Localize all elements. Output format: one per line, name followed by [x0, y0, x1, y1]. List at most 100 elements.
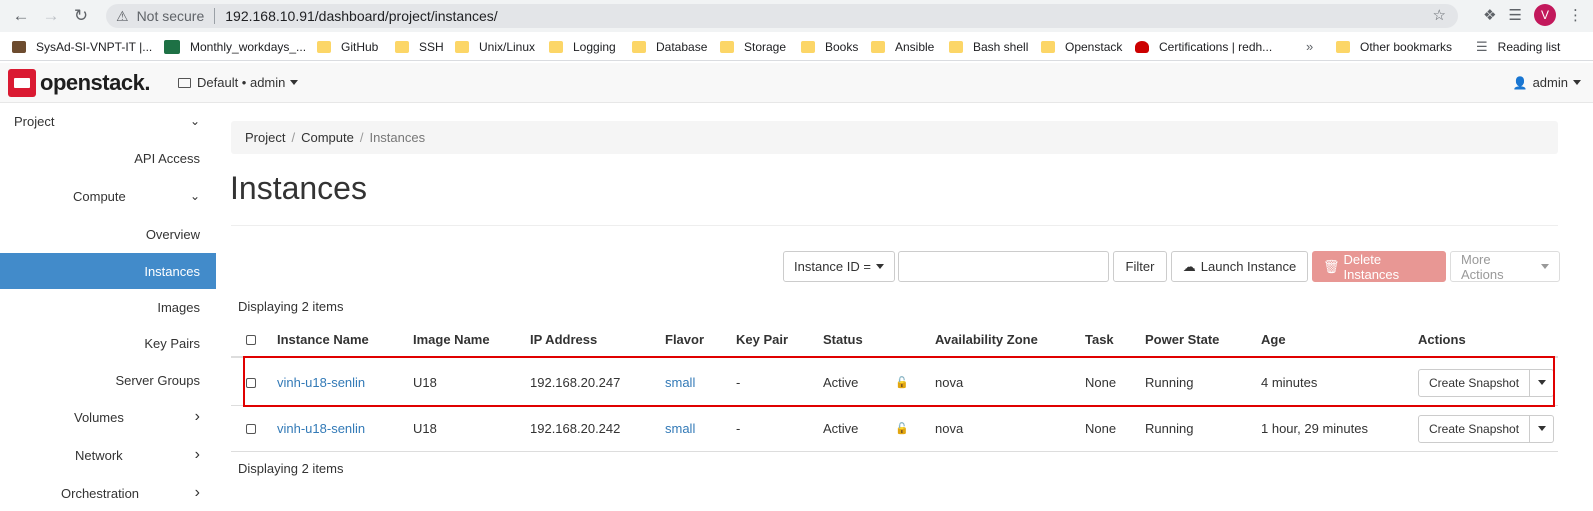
bookmarks-bar: SysAd-SI-VNPT-IT |... Monthly_workdays_.…	[0, 33, 1593, 61]
openstack-logo-icon	[8, 69, 36, 97]
create-snapshot-button[interactable]: Create Snapshot	[1418, 414, 1531, 443]
more-actions-label: More Actions	[1461, 251, 1504, 282]
user-menu[interactable]: 👤 admin	[1513, 75, 1581, 90]
launch-instance-button[interactable]: ☁ Launch Instance	[1171, 251, 1308, 282]
star-icon[interactable]: ☆	[1433, 6, 1446, 24]
bookmark-item[interactable]: Logging	[549, 33, 616, 61]
sidebar-item-label: Volumes	[74, 409, 124, 425]
other-bookmarks[interactable]: Other bookmarks	[1336, 33, 1452, 61]
sidebar-item-volumes[interactable]: Volumes ›	[0, 399, 216, 435]
address-separator	[214, 8, 216, 24]
breadcrumb-compute[interactable]: Compute	[301, 130, 354, 145]
header-flavor[interactable]: Flavor	[665, 323, 704, 356]
folder-icon	[871, 40, 885, 53]
bookmark-item[interactable]: GitHub	[317, 33, 378, 61]
launch-instance-label: Launch Instance	[1200, 259, 1297, 274]
header-age[interactable]: Age	[1261, 323, 1286, 356]
row-actions-dropdown[interactable]	[1530, 368, 1555, 397]
sidebar-item-orchestration[interactable]: Orchestration ›	[0, 475, 216, 511]
forward-arrow-icon[interactable]: →	[36, 1, 66, 31]
address-bar[interactable]: ⚠ Not secure 192.168.10.91/dashboard/pro…	[106, 4, 1458, 28]
header-power-state[interactable]: Power State	[1145, 323, 1219, 356]
cloud-upload-icon: ☁	[1182, 258, 1196, 274]
sidebar-item-network[interactable]: Network ›	[0, 437, 216, 473]
header-key-pair[interactable]: Key Pair	[736, 323, 788, 356]
bookmarks-overflow-button[interactable]: »	[1306, 33, 1313, 61]
bookmark-label: Other bookmarks	[1360, 39, 1453, 54]
sidebar-item-compute[interactable]: Compute ⌄	[0, 178, 216, 214]
bookmark-label: SysAd-SI-VNPT-IT |...	[36, 39, 153, 54]
sidebar-item-label: Server Groups	[115, 372, 200, 388]
sidebar-item-key-pairs[interactable]: Key Pairs	[0, 325, 216, 361]
folder-icon	[455, 40, 469, 53]
sidebar-item-project[interactable]: Project ⌄	[0, 103, 216, 139]
security-label: Not secure	[136, 8, 205, 24]
back-arrow-icon[interactable]: ←	[6, 1, 36, 31]
flavor-link[interactable]: small	[665, 360, 695, 405]
url-text[interactable]: 192.168.10.91/dashboard/project/instance…	[225, 8, 497, 24]
bookmark-item[interactable]: Unix/Linux	[455, 33, 535, 61]
reading-list[interactable]: ☰ Reading list	[1476, 33, 1560, 61]
folder-icon	[632, 40, 646, 53]
chevron-right-icon: ›	[194, 484, 200, 501]
filter-button[interactable]: Filter	[1113, 251, 1167, 282]
sidebar-item-api-access[interactable]: API Access	[0, 140, 216, 176]
sidebar-item-instances[interactable]: Instances	[0, 253, 216, 289]
create-snapshot-button[interactable]: Create Snapshot	[1418, 368, 1531, 397]
sidebar-item-overview[interactable]: Overview	[0, 216, 216, 252]
profile-avatar[interactable]: V	[1534, 4, 1556, 26]
reload-icon[interactable]: ↻	[66, 1, 96, 31]
folder-icon	[949, 40, 963, 53]
flavor-link[interactable]: small	[665, 406, 695, 451]
caret-down-icon	[875, 264, 884, 269]
bookmark-item[interactable]: Openstack	[1041, 33, 1122, 61]
folder-icon	[317, 40, 331, 53]
ip-address: 192.168.20.242	[530, 421, 621, 436]
bookmark-item[interactable]: Database	[632, 33, 707, 61]
header-ip-address[interactable]: IP Address	[530, 323, 597, 356]
bookmark-item[interactable]: Certifications | redh...	[1135, 33, 1272, 61]
image-name: U18	[413, 375, 437, 390]
bookmark-label: Bash shell	[973, 39, 1029, 54]
row-checkbox[interactable]	[246, 423, 256, 434]
row-actions-dropdown[interactable]	[1530, 414, 1555, 443]
bookmark-item[interactable]: SSH	[395, 33, 444, 61]
select-all-checkbox[interactable]	[246, 334, 256, 345]
project-selector-label: Default • admin	[197, 75, 286, 90]
delete-instances-button[interactable]: 🗑 Delete Instances	[1312, 251, 1446, 282]
instance-name-link[interactable]: vinh-u18-senlin	[277, 406, 365, 451]
openstack-topbar: openstack. Default • admin 👤 admin	[0, 63, 1593, 103]
extensions-icon[interactable]: ❖	[1483, 6, 1496, 24]
bookmark-item[interactable]: Ansible	[871, 33, 934, 61]
openstack-logo[interactable]: openstack.	[8, 69, 150, 97]
header-task[interactable]: Task	[1085, 323, 1114, 356]
menu-icon[interactable]: ⋮	[1568, 6, 1583, 24]
displaying-count-bottom: Displaying 2 items	[238, 461, 344, 476]
header-instance-name[interactable]: Instance Name	[277, 323, 369, 356]
instance-name-link[interactable]: vinh-u18-senlin	[277, 360, 365, 405]
bookmark-item[interactable]: Monthly_workdays_...	[164, 33, 306, 61]
select-all-checkbox-cell	[246, 323, 256, 356]
header-actions: Actions	[1418, 332, 1466, 347]
bookmark-item[interactable]: SysAd-SI-VNPT-IT |...	[12, 33, 152, 61]
media-icon[interactable]: ☰	[1509, 6, 1522, 24]
more-actions-button[interactable]: More Actions	[1450, 251, 1560, 282]
header-availability-zone[interactable]: Availability Zone	[935, 323, 1038, 356]
header-status[interactable]: Status	[823, 323, 863, 356]
caret-down-icon	[1537, 426, 1546, 431]
sidebar-item-images[interactable]: Images	[0, 289, 216, 325]
bookmark-item[interactable]: Storage	[720, 33, 786, 61]
bookmark-item[interactable]: Books	[801, 33, 858, 61]
bookmark-item[interactable]: Bash shell	[949, 33, 1028, 61]
row-checkbox[interactable]	[246, 377, 256, 388]
filter-field-select[interactable]: Instance ID =	[783, 251, 895, 282]
title-divider	[231, 225, 1558, 226]
breadcrumb-project[interactable]: Project	[245, 130, 285, 145]
sidebar-item-server-groups[interactable]: Server Groups	[0, 362, 216, 398]
bookmark-label: SSH	[419, 39, 444, 54]
filter-input[interactable]	[898, 251, 1109, 282]
header-image-name[interactable]: Image Name	[413, 323, 490, 356]
chevron-down-icon: ⌄	[189, 114, 200, 128]
bookmark-label: Books	[825, 39, 859, 54]
project-selector[interactable]: Default • admin	[178, 75, 299, 90]
